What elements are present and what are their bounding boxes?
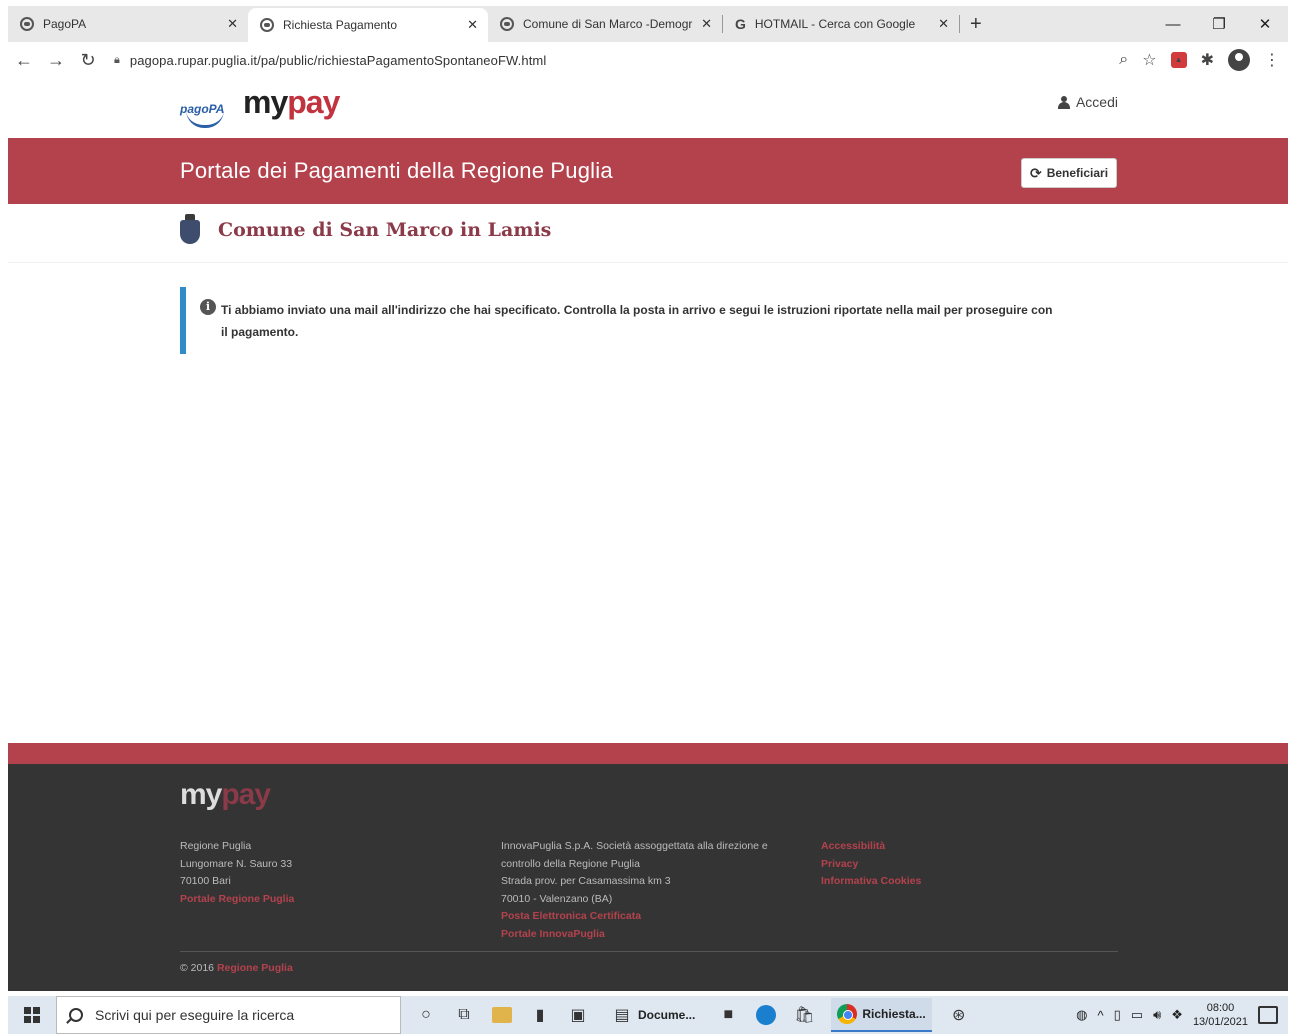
lock-icon[interactable]: 🔒︎ [114, 54, 120, 67]
user-icon [1057, 95, 1070, 109]
refresh-icon: ⟳ [1029, 164, 1042, 181]
task-view-icon[interactable]: ⧉ [453, 1004, 475, 1026]
link-accessibilita[interactable]: Accessibilità [821, 838, 921, 856]
footer-address-innovapuglia: InnovaPuglia S.p.A. Società assoggettata… [501, 838, 801, 943]
back-arrow-icon[interactable]: ← [8, 50, 40, 71]
link-privacy[interactable]: Privacy [821, 856, 921, 874]
globe-icon [20, 17, 34, 31]
mypay-logo[interactable]: mypay [243, 84, 340, 121]
store-icon[interactable]: 🛍︎ [793, 1004, 815, 1026]
tab-title: HOTMAIL - Cerca con Google [754, 17, 916, 31]
link-portale-regione[interactable]: Portale Regione Puglia [180, 891, 294, 909]
extensions-puzzle-icon[interactable]: ✱ [1201, 50, 1214, 70]
close-icon[interactable]: ✕ [938, 16, 949, 32]
footer-address-regione: Regione Puglia Lungomare N. Sauro 33 701… [180, 838, 294, 908]
portal-title: Portale dei Pagamenti della Regione Pugl… [180, 158, 613, 183]
cortana-icon[interactable]: ○ [415, 1004, 437, 1026]
notification-icon[interactable] [1258, 1006, 1278, 1024]
globe-icon [500, 17, 514, 31]
recovery-app-icon[interactable]: ⊛ [948, 1004, 970, 1026]
chrome-icon [837, 1004, 858, 1024]
site-header: pagoPA mypay Accedi [8, 78, 1288, 138]
volume-icon[interactable]: 🔊︎ [1153, 1007, 1161, 1023]
beneficiari-label: Beneficiari [1046, 166, 1109, 180]
login-link[interactable]: Accedi [1057, 94, 1118, 110]
new-tab-icon[interactable]: + [970, 13, 982, 36]
close-window-icon[interactable]: ✕ [1242, 15, 1288, 33]
profile-avatar-icon[interactable] [1228, 49, 1250, 71]
extension-pdf-icon[interactable]: ▲ [1170, 52, 1187, 68]
footer-divider [180, 951, 1118, 952]
battery-icon[interactable]: ▯ [1114, 1007, 1121, 1023]
taskbar-documents[interactable]: ▤ Docume... [605, 998, 701, 1032]
pagopa-logo[interactable]: pagoPA [180, 96, 226, 128]
edge-icon[interactable] [755, 1004, 777, 1026]
scanner-app-icon[interactable]: ▣ [567, 1004, 589, 1026]
windows-taskbar: Scrivi qui per eseguire la ricerca ○ ⧉ ▮… [8, 996, 1288, 1034]
clock-time: 08:00 [1206, 1002, 1235, 1014]
menu-dots-icon[interactable]: ⋮ [1264, 50, 1280, 70]
beneficiari-button[interactable]: ⟳ Beneficiari [1021, 158, 1117, 188]
reload-icon[interactable]: ↻ [72, 50, 104, 71]
footer-legal-links: Accessibilità Privacy Informativa Cookie… [821, 838, 921, 891]
terminal-icon[interactable]: ■ [717, 1004, 739, 1026]
taskbar-apps: ○ ⧉ ▮ ▣ ▤ Docume... ■ 🛍︎ Richiesta... ⊛ [415, 998, 970, 1032]
close-icon[interactable]: ✕ [701, 16, 712, 32]
footer-copyright: © 2016 Regione Puglia [180, 962, 293, 974]
tab-richiesta-pagamento[interactable]: Richiesta Pagamento ✕ [248, 8, 488, 42]
divider [8, 262, 1288, 263]
bookmark-star-icon[interactable]: ☆ [1142, 50, 1156, 70]
coat-of-arms-icon [180, 214, 200, 246]
link-portale-innovapuglia[interactable]: Portale InnovaPuglia [501, 926, 801, 944]
restore-icon[interactable]: ❐ [1196, 15, 1242, 33]
clock-date: 13/01/2021 [1192, 1016, 1248, 1028]
tab-title: Comune di San Marco -Demogr [523, 17, 693, 31]
tab-separator [959, 15, 960, 33]
app-icon[interactable]: ▮ [529, 1004, 551, 1026]
close-icon[interactable]: ✕ [227, 16, 238, 32]
footer-mypay-logo: mypay [180, 778, 271, 811]
comune-name: Comune di San Marco in Lamis [218, 219, 552, 241]
tab-title: PagoPA [43, 17, 87, 31]
file-explorer-icon[interactable] [491, 1004, 513, 1026]
taskbar-search-input[interactable]: Scrivi qui per eseguire la ricerca [56, 996, 401, 1034]
display-icon[interactable]: ▭ [1131, 1007, 1143, 1023]
taskbar-chrome-richiesta[interactable]: Richiesta... [831, 998, 932, 1032]
forward-arrow-icon[interactable]: → [40, 50, 72, 71]
tab-comune-san-marco[interactable]: Comune di San Marco -Demogr ✕ [488, 8, 722, 40]
chevron-up-icon[interactable]: ^ [1098, 1008, 1104, 1023]
footer-accent-bar [8, 743, 1288, 764]
link-pec[interactable]: Posta Elettronica Certificata [501, 908, 801, 926]
window-controls: — ❐ ✕ [1150, 6, 1288, 42]
search-icon [69, 1008, 83, 1022]
comune-heading: Comune di San Marco in Lamis [180, 214, 551, 246]
windows-start-icon[interactable] [8, 996, 56, 1034]
document-icon: ▤ [614, 1007, 630, 1024]
dropbox-icon[interactable]: ❖ [1171, 1007, 1183, 1023]
browser-tab-strip: PagoPA ✕ Richiesta Pagamento ✕ Comune di… [8, 6, 1288, 42]
toolbar-icons: ⌕ ☆ ▲ ✱ ⋮ [1119, 42, 1280, 78]
portal-banner: Portale dei Pagamenti della Regione Pugl… [8, 138, 1288, 204]
tab-pagopa[interactable]: PagoPA ✕ [8, 8, 248, 40]
address-bar: ← → ↻ 🔒︎ pagopa.rupar.puglia.it/pa/publi… [8, 42, 1288, 78]
info-icon: i [200, 299, 216, 315]
close-icon[interactable]: ✕ [467, 17, 478, 33]
tab-hotmail-search[interactable]: G HOTMAIL - Cerca con Google ✕ [723, 8, 959, 40]
network-globe-icon[interactable]: ◍ [1076, 1007, 1087, 1023]
info-alert: i Ti abbiamo inviato una mail all'indiri… [180, 287, 1060, 354]
zoom-icon[interactable]: ⌕ [1119, 51, 1128, 69]
google-icon: G [735, 16, 746, 32]
link-regione-puglia[interactable]: Regione Puglia [217, 962, 293, 974]
system-tray: ◍ ^ ▯ ▭ 🔊︎ ❖ 08:00 13/01/2021 [1076, 996, 1278, 1034]
globe-icon [260, 18, 274, 32]
taskbar-clock[interactable]: 08:00 13/01/2021 [1193, 1001, 1248, 1029]
link-cookies[interactable]: Informativa Cookies [821, 873, 921, 891]
login-label: Accedi [1075, 94, 1118, 110]
minimize-icon[interactable]: — [1150, 16, 1196, 33]
alert-message: Ti abbiamo inviato una mail all'indirizz… [221, 303, 1053, 339]
site-footer: mypay Regione Puglia Lungomare N. Sauro … [8, 764, 1288, 991]
tab-title: Richiesta Pagamento [283, 18, 398, 32]
url-input[interactable]: pagopa.rupar.puglia.it/pa/public/richies… [130, 53, 546, 68]
